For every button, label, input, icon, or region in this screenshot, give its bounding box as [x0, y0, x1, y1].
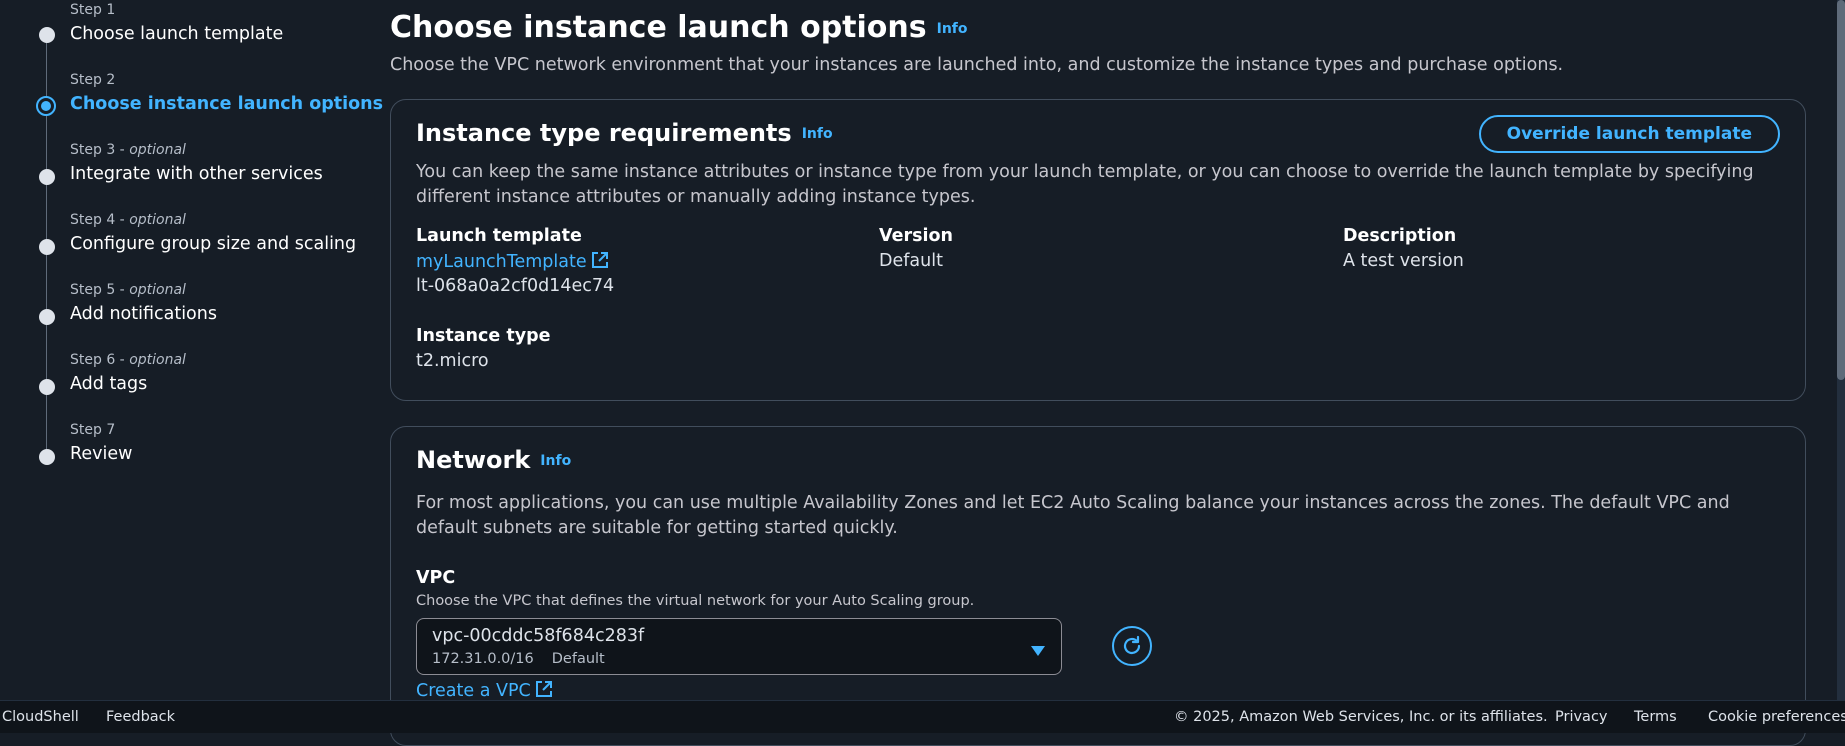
step-1-title[interactable]: Choose launch template	[70, 24, 283, 44]
create-vpc-link-text[interactable]: Create a VPC	[416, 681, 531, 701]
caret-down-icon	[1031, 641, 1045, 660]
description-label: Description	[1343, 226, 1457, 246]
cloudshell-link[interactable]: CloudShell	[2, 709, 79, 725]
step-2-number: Step 2	[70, 72, 116, 88]
instance-requirements-description: You can keep the same instance attribute…	[416, 162, 1754, 207]
step-5-number: Step 5 - optional	[70, 282, 186, 298]
launch-template-id: lt-068a0a2cf0d14ec74	[416, 276, 615, 296]
instance-requirements-title: Instance type requirements Info	[416, 119, 833, 147]
step-4-title[interactable]: Configure group size and scaling	[70, 234, 356, 254]
version-value: Default	[879, 251, 943, 271]
step-7-dot	[39, 449, 55, 465]
step-5-dot	[39, 309, 55, 325]
launch-template-label: Launch template	[416, 226, 582, 246]
vpc-description: Choose the VPC that defines the virtual …	[416, 593, 975, 609]
step-4-dot	[39, 239, 55, 255]
vpc-cidr: 172.31.0.0/16	[432, 651, 534, 667]
override-launch-template-button[interactable]: Override launch template	[1478, 115, 1780, 153]
feedback-link[interactable]: Feedback	[106, 709, 175, 725]
page-title: Choose instance launch options Info	[390, 10, 968, 45]
instance-requirements-panel: Instance type requirements Info Override …	[390, 99, 1806, 401]
step-2-title[interactable]: Choose instance launch options	[70, 94, 383, 114]
step-3-title[interactable]: Integrate with other services	[70, 164, 323, 184]
console-footer: CloudShell Feedback © 2025, Amazon Web S…	[0, 700, 1845, 733]
step-4-number: Step 4 - optional	[70, 212, 186, 228]
network-title-text: Network	[416, 446, 531, 474]
step-7-number: Step 7	[70, 422, 116, 438]
step-2-dot	[36, 96, 56, 116]
cookie-preferences-link[interactable]: Cookie preferences	[1708, 709, 1845, 725]
step-6-title[interactable]: Add tags	[70, 374, 147, 394]
step-1-dot	[39, 27, 55, 43]
vpc-selected-value: vpc-00cddc58f684c283f	[432, 626, 645, 646]
instance-requirements-info-link[interactable]: Info	[802, 126, 833, 142]
launch-template-link-text[interactable]: myLaunchTemplate	[416, 252, 587, 272]
launch-template-link[interactable]: myLaunchTemplate	[416, 251, 609, 274]
vpc-tag: Default	[551, 651, 605, 667]
page-scrollbar[interactable]	[1837, 0, 1845, 700]
privacy-link[interactable]: Privacy	[1555, 709, 1608, 725]
version-label: Version	[879, 226, 953, 246]
step-6-number: Step 6 - optional	[70, 352, 186, 368]
scrollbar-thumb[interactable]	[1837, 0, 1845, 380]
external-link-icon	[591, 251, 609, 274]
copyright-text: © 2025, Amazon Web Services, Inc. or its…	[1174, 709, 1548, 725]
step-5-title[interactable]: Add notifications	[70, 304, 217, 324]
description-value: A test version	[1343, 251, 1464, 271]
step-3-number: Step 3 - optional	[70, 142, 186, 158]
refresh-icon	[1123, 635, 1141, 655]
page-info-link[interactable]: Info	[937, 21, 968, 37]
page-description: Choose the VPC network environment that …	[390, 55, 1564, 75]
instance-type-value: t2.micro	[416, 351, 489, 371]
network-title: Network Info	[416, 446, 571, 474]
network-description: For most applications, you can use multi…	[416, 493, 1730, 538]
network-panel: Network Info For most applications, you c…	[390, 426, 1806, 746]
terms-link[interactable]: Terms	[1634, 709, 1677, 725]
step-1-number: Step 1	[70, 2, 116, 18]
page-title-text: Choose instance launch options	[390, 10, 927, 45]
wizard-steps-nav: Step 1 Choose launch template Step 2 Cho…	[0, 0, 383, 700]
instance-requirements-title-text: Instance type requirements	[416, 119, 792, 147]
step-6-dot	[39, 379, 55, 395]
vpc-label: VPC	[416, 568, 456, 588]
step-3-dot	[39, 169, 55, 185]
vpc-select[interactable]: vpc-00cddc58f684c283f 172.31.0.0/16 Defau…	[416, 618, 1062, 675]
step-7-title[interactable]: Review	[70, 444, 132, 464]
instance-type-label: Instance type	[416, 326, 551, 346]
vpc-selected-details: 172.31.0.0/16 Default	[432, 651, 605, 667]
network-info-link[interactable]: Info	[540, 453, 571, 469]
refresh-vpc-button[interactable]	[1112, 626, 1152, 666]
